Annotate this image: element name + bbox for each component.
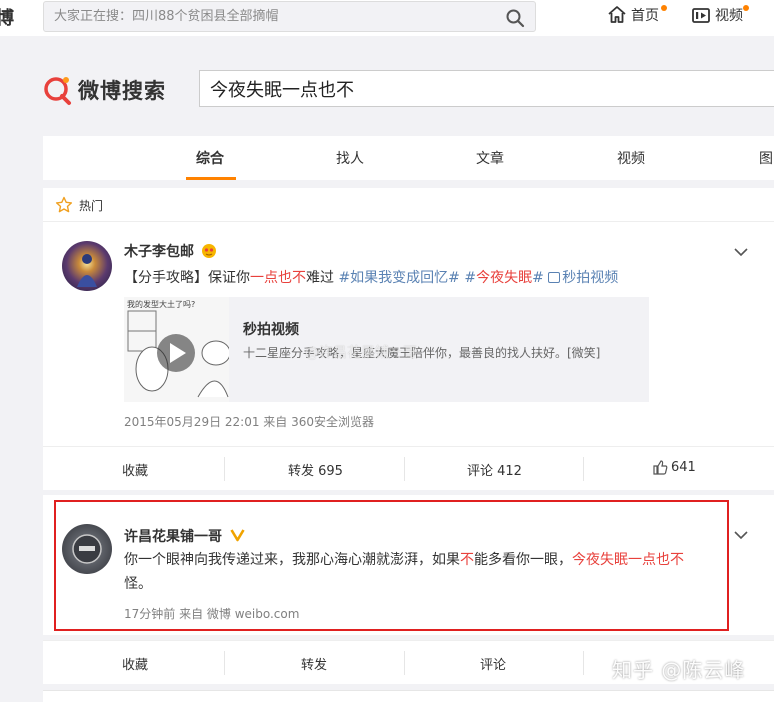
keyword-highlight: 一点也不 bbox=[250, 270, 306, 286]
chevron-down-icon[interactable] bbox=[734, 247, 748, 257]
next-post-card bbox=[43, 690, 774, 702]
corner-watermark: 知乎 @陈云峰 bbox=[612, 658, 746, 682]
post-text: 你一个眼神向我传递过来，我那心海心潮就澎湃，如果不能多看你一眼，今夜失眠一点也不 bbox=[124, 548, 684, 572]
nav-video[interactable]: 视频 bbox=[691, 5, 749, 25]
search-tabs: 综合 找人 文章 视频 图 bbox=[43, 136, 774, 180]
video-thumbnail[interactable]: 我的发型大土了吗? bbox=[124, 297, 229, 402]
tab-images[interactable]: 图 bbox=[759, 148, 773, 168]
thumbnail-caption: 我的发型大土了吗? bbox=[127, 300, 196, 309]
thumbs-up-icon bbox=[653, 460, 668, 475]
divider bbox=[583, 651, 584, 675]
weibo-search-logo[interactable]: 微博搜索 bbox=[42, 74, 166, 106]
nav-home[interactable]: 首页 bbox=[607, 5, 667, 25]
video-description: 十二星座分手攻略，星座大魔王陪伴你，最善良的找人扶好。[微笑] bbox=[243, 346, 601, 360]
avatar-logo-icon bbox=[72, 534, 102, 564]
divider bbox=[404, 457, 405, 481]
comment-button[interactable]: 评论 412 bbox=[467, 460, 522, 479]
tab-articles[interactable]: 文章 bbox=[476, 148, 504, 168]
hashtag-link[interactable]: # bbox=[532, 270, 548, 286]
keyword-highlight: 不 bbox=[460, 552, 474, 568]
video-icon bbox=[692, 8, 710, 23]
repost-button[interactable]: 转发 bbox=[301, 654, 327, 673]
tab-videos[interactable]: 视频 bbox=[617, 148, 645, 168]
favorite-button[interactable]: 收藏 bbox=[122, 654, 148, 673]
post-author[interactable]: 木子李包邮 bbox=[124, 241, 194, 261]
notification-dot bbox=[661, 5, 667, 11]
main-search-input[interactable] bbox=[200, 71, 774, 106]
main-search-box[interactable] bbox=[199, 70, 774, 107]
post-text: 【分手攻略】保证你一点也不难过 #如果我变成回忆# #今夜失眠# 秒拍视频 bbox=[124, 266, 618, 290]
post-text-line2: 怪。 bbox=[124, 576, 152, 592]
hashtag-link[interactable]: # bbox=[460, 270, 476, 286]
cartoon-thumbnail-icon bbox=[124, 297, 229, 402]
search-logo-icon bbox=[44, 77, 71, 105]
divider bbox=[404, 651, 405, 675]
brand-logo-fragment[interactable]: 博 bbox=[0, 4, 14, 30]
post-author[interactable]: 许昌花果铺一哥 bbox=[124, 526, 222, 546]
verified-badge-icon[interactable] bbox=[230, 527, 245, 546]
star-icon bbox=[55, 196, 73, 213]
video-title[interactable]: 秒拍视频 bbox=[243, 319, 299, 339]
hot-section-header: 热门 bbox=[43, 188, 774, 222]
hot-label: 热门 bbox=[79, 199, 104, 213]
weibo-post: 许昌花果铺一哥 你一个眼神向我传递过来，我那心海心潮就澎湃，如果不能多看你一眼，… bbox=[43, 495, 774, 635]
favorite-button[interactable]: 收藏 bbox=[122, 460, 148, 479]
notification-dot bbox=[743, 5, 749, 11]
chevron-down-icon[interactable] bbox=[734, 530, 748, 540]
repost-button[interactable]: 转发 695 bbox=[288, 460, 343, 479]
comment-button[interactable]: 评论 bbox=[480, 654, 506, 673]
avatar[interactable] bbox=[62, 524, 112, 574]
avatar-figure-icon bbox=[77, 254, 97, 287]
video-link[interactable]: 秒拍视频 bbox=[562, 270, 618, 286]
like-count: 641 bbox=[671, 460, 696, 475]
text-segment: 【分手攻略】保证你 bbox=[124, 270, 250, 286]
home-icon bbox=[608, 6, 626, 23]
divider bbox=[224, 651, 225, 675]
image-watermark: @许昌花果铺一哥 bbox=[305, 345, 417, 361]
logo-text: 微博搜索 bbox=[78, 79, 166, 103]
tab-people[interactable]: 找人 bbox=[336, 148, 364, 168]
like-button[interactable]: 641 bbox=[653, 460, 696, 475]
active-tab-indicator bbox=[186, 177, 236, 180]
vip-badge-icon[interactable] bbox=[201, 243, 217, 263]
top-search-box[interactable] bbox=[43, 1, 536, 32]
text-segment: 能多看你一眼， bbox=[474, 552, 572, 568]
text-segment: 难过 bbox=[306, 270, 339, 286]
top-search-input[interactable] bbox=[44, 2, 484, 31]
tab-all[interactable]: 综合 bbox=[196, 148, 224, 168]
top-bar: 博 首页 视频 bbox=[0, 0, 774, 36]
nav-home-label: 首页 bbox=[631, 8, 659, 24]
post-meta: 2015年05月29日 22:01 来自 360安全浏览器 bbox=[124, 415, 375, 429]
keyword-highlight[interactable]: 今夜失眠 bbox=[476, 270, 532, 286]
nav-video-label: 视频 bbox=[715, 8, 743, 24]
hashtag-link[interactable]: #如果我变成回忆# bbox=[338, 270, 459, 286]
avatar[interactable] bbox=[62, 241, 112, 291]
text-segment: 你一个眼神向我传递过来，我那心海心潮就澎湃，如果 bbox=[124, 552, 460, 568]
divider bbox=[583, 457, 584, 481]
post-actions: 收藏 转发 695 评论 412 641 bbox=[43, 446, 774, 490]
video-link-icon bbox=[548, 272, 561, 283]
search-icon[interactable] bbox=[505, 8, 525, 28]
post-meta: 17分钟前 来自 微博 weibo.com bbox=[124, 607, 300, 621]
divider bbox=[224, 457, 225, 481]
keyword-highlight: 今夜失眠一点也不 bbox=[572, 552, 684, 568]
